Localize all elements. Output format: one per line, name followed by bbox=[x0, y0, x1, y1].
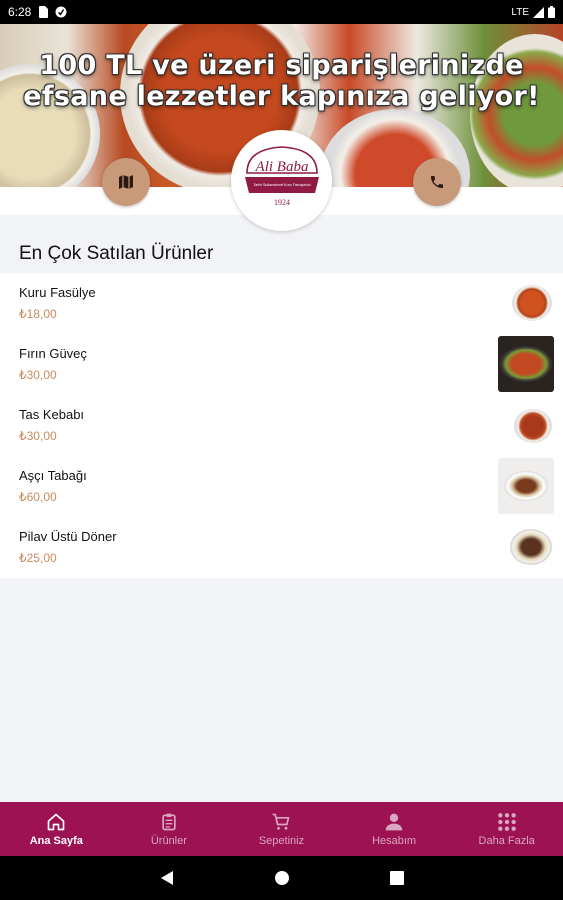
nav-label: Daha Fazla bbox=[478, 834, 535, 847]
product-item[interactable]: Fırın Güveç ₺30,00 bbox=[0, 334, 563, 395]
network-type: LTE bbox=[511, 6, 529, 18]
product-item[interactable]: Kuru Fasülye ₺18,00 bbox=[0, 273, 563, 334]
user-icon bbox=[385, 813, 403, 830]
home-icon bbox=[47, 813, 65, 830]
nav-label: Ana Sayfa bbox=[29, 834, 83, 847]
product-name: Fırın Güveç bbox=[19, 346, 87, 361]
nav-label: Ürünler bbox=[150, 834, 187, 847]
sim-card-icon bbox=[39, 6, 49, 18]
product-price: ₺18,00 bbox=[19, 307, 57, 321]
product-price: ₺25,00 bbox=[19, 551, 57, 565]
product-name: Aşçı Tabağı bbox=[19, 468, 87, 483]
product-image bbox=[510, 283, 554, 323]
map-icon bbox=[119, 175, 133, 189]
notification-icon bbox=[55, 6, 67, 18]
bottom-navigation: Ana Sayfa Ürünler Sepetiniz Hesabım Daha… bbox=[0, 802, 563, 856]
nav-label: Sepetiniz bbox=[258, 834, 305, 847]
phone-button[interactable] bbox=[413, 158, 461, 206]
back-icon[interactable] bbox=[160, 870, 174, 886]
product-image bbox=[498, 336, 554, 392]
battery-icon bbox=[548, 6, 555, 18]
nav-label: Hesabım bbox=[372, 834, 417, 847]
clipboard-icon bbox=[162, 813, 176, 830]
nav-cart[interactable]: Sepetiniz bbox=[225, 802, 338, 856]
signal-icon bbox=[533, 6, 544, 18]
cart-icon bbox=[273, 813, 290, 830]
logo-tagline: Tarihi Sultanahmet Kuru Fasulyecisi bbox=[253, 183, 310, 187]
product-image bbox=[508, 527, 554, 567]
nav-more[interactable]: Daha Fazla bbox=[450, 802, 563, 856]
product-image bbox=[498, 458, 554, 514]
product-name: Kuru Fasülye bbox=[19, 285, 96, 300]
product-price: ₺60,00 bbox=[19, 490, 57, 504]
product-image bbox=[512, 407, 554, 445]
logo-brand-text: Ali Baba bbox=[254, 159, 308, 175]
product-item[interactable]: Tas Kebabı ₺30,00 bbox=[0, 395, 563, 456]
product-name: Tas Kebabı bbox=[19, 407, 85, 422]
product-name: Pilav Üstü Döner bbox=[19, 529, 117, 544]
product-price: ₺30,00 bbox=[19, 368, 57, 382]
hero-promo-text: 100 TL ve üzeri siparişlerinizde efsane … bbox=[0, 50, 563, 112]
nav-products[interactable]: Ürünler bbox=[113, 802, 226, 856]
phone-icon bbox=[431, 176, 443, 188]
product-item[interactable]: Pilav Üstü Döner ₺25,00 bbox=[0, 517, 563, 578]
home-circle-icon[interactable] bbox=[274, 870, 290, 886]
recents-icon[interactable] bbox=[389, 871, 404, 885]
product-item[interactable]: Aşçı Tabağı ₺60,00 bbox=[0, 456, 563, 517]
best-sellers-list: Kuru Fasülye ₺18,00 Fırın Güveç ₺30,00 T… bbox=[0, 273, 563, 578]
system-navigation-bar bbox=[0, 856, 563, 900]
hero-line-1: 100 TL ve üzeri siparişlerinizde bbox=[39, 50, 524, 81]
product-price: ₺30,00 bbox=[19, 429, 57, 443]
section-title: En Çok Satılan Ürünler bbox=[19, 243, 214, 264]
ali-baba-logo: Ali Baba Tarihi Sultanahmet Kuru Fasulye… bbox=[244, 145, 319, 207]
brand-logo: Ali Baba Tarihi Sultanahmet Kuru Fasulye… bbox=[231, 130, 332, 231]
status-bar: 6:28 LTE bbox=[0, 0, 563, 24]
logo-year: 1924 bbox=[274, 198, 290, 207]
status-time: 6:28 bbox=[8, 5, 32, 19]
nav-account[interactable]: Hesabım bbox=[338, 802, 451, 856]
map-button[interactable] bbox=[102, 158, 150, 206]
hero-line-2: efsane lezzetler kapınıza geliyor! bbox=[23, 81, 540, 112]
grid-icon bbox=[497, 812, 516, 831]
nav-home[interactable]: Ana Sayfa bbox=[0, 802, 113, 856]
